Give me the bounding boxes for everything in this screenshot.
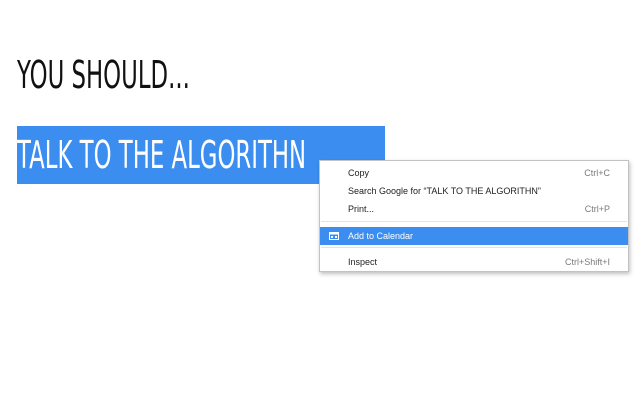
menu-item-inspect[interactable]: Inspect Ctrl+Shift+I <box>320 253 628 271</box>
menu-separator <box>321 247 627 248</box>
menu-item-label: Inspect <box>348 257 378 267</box>
calendar-icon <box>329 232 339 240</box>
menu-item-label: Add to Calendar <box>348 231 414 241</box>
menu-item-print[interactable]: Print... Ctrl+P <box>320 200 628 218</box>
menu-item-label: Print... <box>348 204 375 214</box>
menu-item-add-to-calendar[interactable]: Add to Calendar <box>320 227 628 245</box>
menu-item-label: Search Google for “TALK TO THE ALGORITHN… <box>348 186 541 196</box>
menu-item-shortcut: Ctrl+C <box>584 168 610 178</box>
menu-item-shortcut: Ctrl+Shift+I <box>564 257 610 267</box>
menu-item-search-google[interactable]: Search Google for “TALK TO THE ALGORITHN… <box>320 182 628 200</box>
context-menu: Copy Ctrl+C Search Google for “TALK TO T… <box>319 160 629 272</box>
selected-heading[interactable]: TALK TO THE ALGORITHN <box>17 136 306 174</box>
menu-item-copy[interactable]: Copy Ctrl+C <box>320 164 628 182</box>
page-heading: YOU SHOULD... <box>17 53 190 97</box>
menu-item-label: Copy <box>348 168 370 178</box>
menu-separator <box>321 221 627 222</box>
menu-item-shortcut: Ctrl+P <box>584 204 610 214</box>
